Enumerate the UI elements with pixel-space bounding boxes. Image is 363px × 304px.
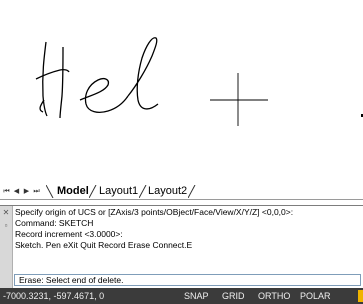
last-tab-button[interactable]: ⏭ <box>32 186 41 197</box>
tab-separator <box>188 185 196 198</box>
tab-layout1[interactable]: Layout1 <box>99 184 138 199</box>
tab-model[interactable]: Model <box>57 184 89 199</box>
sketch-stroke-h-right <box>59 46 64 119</box>
snap-toggle[interactable]: SNAP <box>184 288 209 304</box>
command-line-window: ✕ ▫ Specify origin of UCS or [ZAxis/3 po… <box>0 205 363 289</box>
tab-separator <box>89 185 97 198</box>
coordinate-readout: -7000.3231, -597.4671, 0 <box>3 291 105 301</box>
sketch-stroke-e <box>79 78 129 113</box>
tab-separator <box>46 185 54 198</box>
polar-toggle[interactable]: POLAR <box>300 288 331 304</box>
sketch-stroke-h-bar <box>35 68 70 80</box>
grid-toggle[interactable]: GRID <box>222 288 245 304</box>
grip-icon[interactable]: ▫ <box>2 222 10 230</box>
command-line-rail: ✕ ▫ <box>0 206 13 289</box>
tab-layout2[interactable]: Layout2 <box>148 184 187 199</box>
command-history-line: Specify origin of UCS or [ZAxis/3 points… <box>15 207 294 217</box>
tab-separator <box>139 185 147 198</box>
previous-tab-button[interactable]: ◀ <box>12 186 21 197</box>
drawing-canvas[interactable] <box>0 0 363 183</box>
command-prompt-text: Erase: Select end of delete. <box>19 275 124 285</box>
command-input-field[interactable]: Erase: Select end of delete. <box>14 274 361 286</box>
command-history-line: Record increment <3.0000>: <box>15 229 123 239</box>
close-icon[interactable]: ✕ <box>2 209 10 217</box>
sketch-stroke-h-tail <box>39 99 45 113</box>
command-history-line: Sketch. Pen eXit Quit Record Erase Conne… <box>15 240 193 250</box>
layout-tab-bar: ⏮ ◀ ▶ ⏭ Model Layout1 Layout2 <box>0 184 363 200</box>
sketch-drawing <box>35 37 268 126</box>
status-bar: -7000.3231, -597.4671, 0 SNAP GRID ORTHO… <box>0 288 363 304</box>
next-tab-button[interactable]: ▶ <box>22 186 31 197</box>
status-indicator <box>358 290 363 302</box>
ortho-toggle[interactable]: ORTHO <box>258 288 290 304</box>
command-history-line: Command: SKETCH <box>15 218 94 228</box>
sketch-stroke-h-left <box>42 41 48 117</box>
sketch-stroke-l <box>127 37 159 110</box>
first-tab-button[interactable]: ⏮ <box>2 186 11 197</box>
